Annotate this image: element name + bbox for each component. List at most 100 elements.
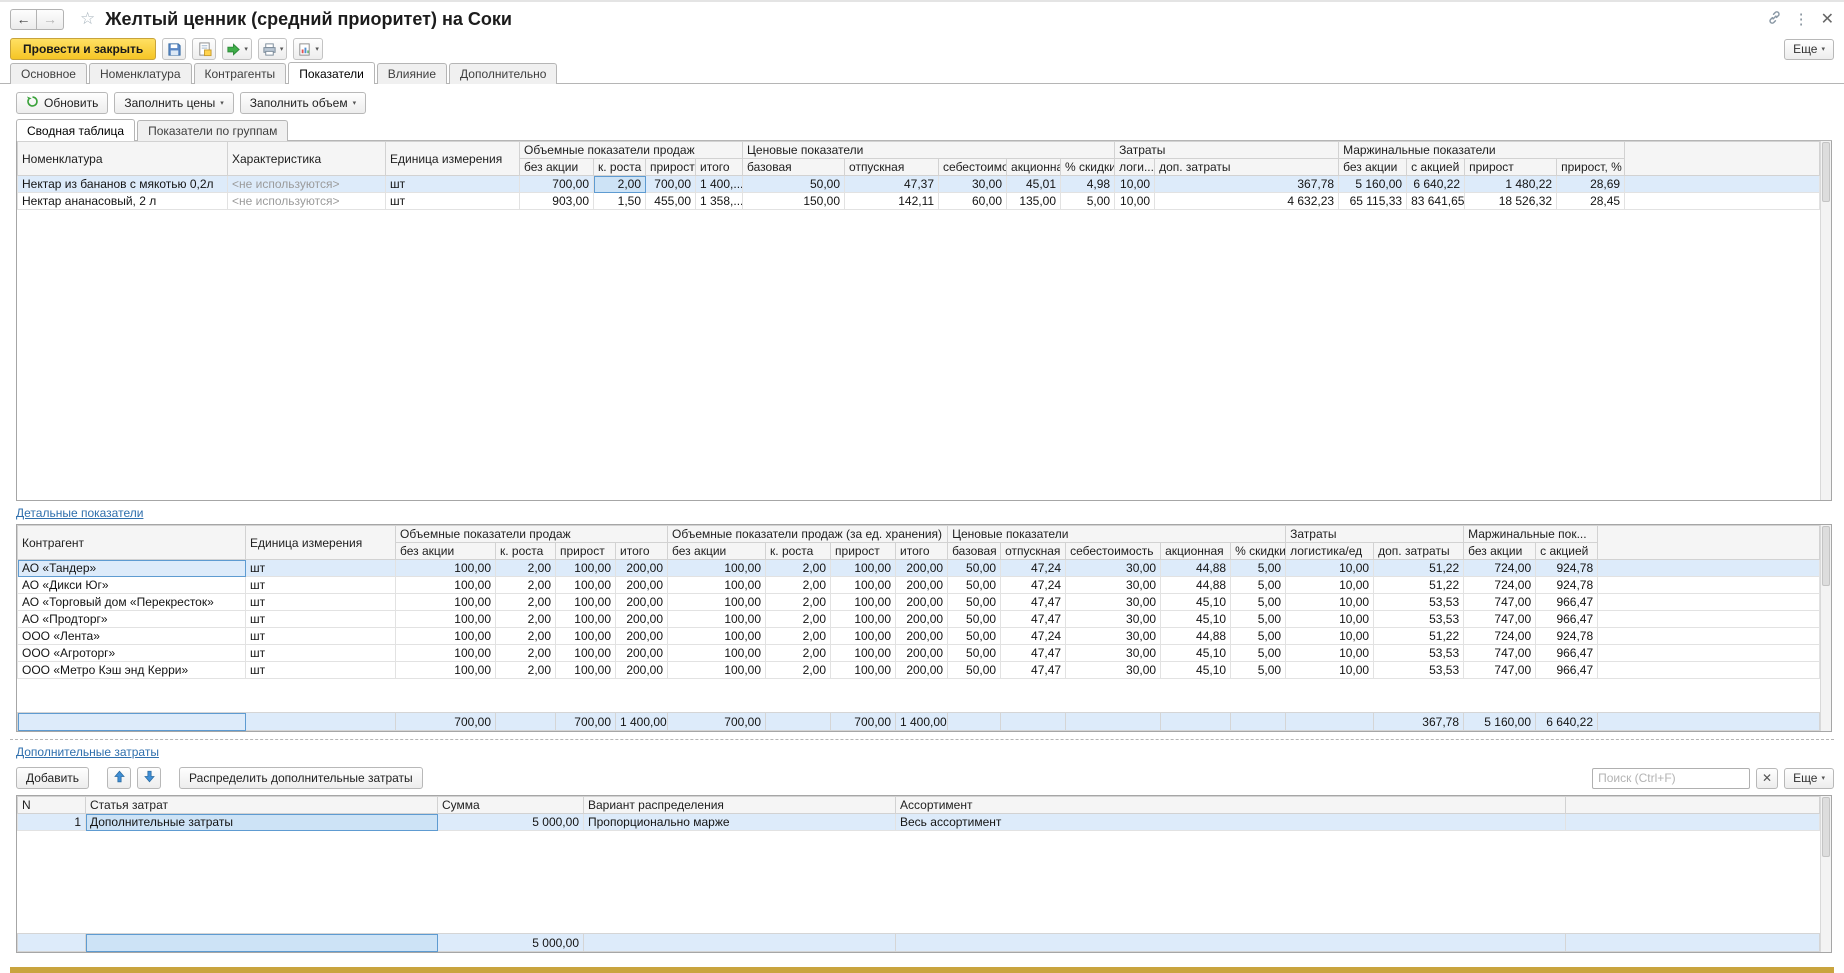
post-and-close-button[interactable]: Провести и закрыть bbox=[10, 38, 156, 60]
table-cell[interactable] bbox=[1598, 645, 1820, 662]
create-based-on-button[interactable]: ▾ bbox=[222, 38, 252, 60]
close-icon[interactable]: ✕ bbox=[1821, 9, 1834, 29]
table-row[interactable]: АО «Тандер»шт100,002,00100,00200,00100,0… bbox=[18, 560, 1820, 577]
table-cell[interactable]: 747,00 bbox=[1464, 645, 1536, 662]
table-cell[interactable]: 30,00 bbox=[1066, 577, 1161, 594]
table-cell[interactable]: 966,47 bbox=[1536, 645, 1598, 662]
table-row[interactable]: Нектар ананасовый, 2 л<не используются>ш… bbox=[18, 193, 1820, 210]
table-cell[interactable]: 142,11 bbox=[845, 193, 939, 210]
table-cell[interactable]: 5,00 bbox=[1231, 560, 1286, 577]
table-cell[interactable] bbox=[1625, 176, 1820, 193]
table-cell[interactable] bbox=[1598, 611, 1820, 628]
table-cell[interactable]: 2,00 bbox=[766, 662, 831, 679]
tab-pokazateli[interactable]: Показатели bbox=[288, 62, 375, 84]
table-cell[interactable]: 200,00 bbox=[616, 577, 668, 594]
table-cell[interactable]: 200,00 bbox=[896, 645, 948, 662]
table-cell[interactable]: 2,00 bbox=[496, 662, 556, 679]
table-cell[interactable]: 2,00 bbox=[766, 594, 831, 611]
table-cell[interactable]: 47,24 bbox=[1001, 628, 1066, 645]
table-cell[interactable]: 5,00 bbox=[1231, 611, 1286, 628]
table-cell[interactable]: 100,00 bbox=[668, 645, 766, 662]
table-cell[interactable] bbox=[1598, 560, 1820, 577]
print-button[interactable]: ▾ bbox=[258, 38, 288, 60]
table-cell[interactable]: 100,00 bbox=[668, 560, 766, 577]
table-cell[interactable]: 2,00 bbox=[496, 611, 556, 628]
table-cell[interactable]: 2,00 bbox=[496, 645, 556, 662]
table-cell[interactable]: 200,00 bbox=[896, 560, 948, 577]
table-cell[interactable]: 924,78 bbox=[1536, 628, 1598, 645]
table-cell[interactable]: 367,78 bbox=[1155, 176, 1339, 193]
col-group-header[interactable]: Маржинальные показатели bbox=[1339, 142, 1625, 159]
tab-kontragenty[interactable]: Контрагенты bbox=[194, 63, 287, 84]
more-button-costs[interactable]: Еще▾ bbox=[1784, 768, 1834, 789]
table-cell[interactable]: 47,24 bbox=[1001, 560, 1066, 577]
table-cell[interactable]: шт bbox=[386, 193, 520, 210]
table-cell[interactable]: 1 400,... bbox=[696, 176, 743, 193]
table-cell[interactable]: шт bbox=[386, 176, 520, 193]
table-cell[interactable]: 45,01 bbox=[1007, 176, 1061, 193]
col-header[interactable]: N bbox=[18, 797, 86, 814]
scrollbar-thumb[interactable] bbox=[1822, 797, 1830, 857]
table-cell[interactable]: 100,00 bbox=[396, 577, 496, 594]
table-cell[interactable]: 44,88 bbox=[1161, 577, 1231, 594]
table-cell[interactable]: 50,00 bbox=[948, 645, 1001, 662]
table-cell[interactable]: 10,00 bbox=[1286, 577, 1374, 594]
table-cell[interactable]: <не используются> bbox=[228, 193, 386, 210]
table-cell[interactable]: 100,00 bbox=[668, 611, 766, 628]
table-cell[interactable]: 924,78 bbox=[1536, 577, 1598, 594]
table-row[interactable]: ООО «Метро Кэш энд Керри»шт100,002,00100… bbox=[18, 662, 1820, 679]
table-cell[interactable]: 966,47 bbox=[1536, 611, 1598, 628]
table-cell[interactable]: 47,24 bbox=[1001, 577, 1066, 594]
table-cell[interactable]: 47,47 bbox=[1001, 662, 1066, 679]
table-cell[interactable]: 30,00 bbox=[1066, 628, 1161, 645]
col-group-header[interactable]: Ценовые показатели bbox=[743, 142, 1115, 159]
kebab-menu-icon[interactable]: ⋮ bbox=[1794, 10, 1809, 28]
table-cell[interactable] bbox=[1625, 193, 1820, 210]
table-cell[interactable]: 47,47 bbox=[1001, 594, 1066, 611]
table-row[interactable]: ООО «Агроторг»шт100,002,00100,00200,0010… bbox=[18, 645, 1820, 662]
table-cell[interactable]: 10,00 bbox=[1286, 628, 1374, 645]
table-cell[interactable]: 30,00 bbox=[1066, 611, 1161, 628]
table-row[interactable]: ООО «Лента»шт100,002,00100,00200,00100,0… bbox=[18, 628, 1820, 645]
save-button[interactable] bbox=[162, 38, 186, 60]
col-header[interactable]: без акции bbox=[668, 543, 766, 560]
table-cell[interactable]: шт bbox=[246, 577, 396, 594]
table-cell[interactable]: 53,53 bbox=[1374, 645, 1464, 662]
table-cell[interactable]: 30,00 bbox=[939, 176, 1007, 193]
table-cell[interactable]: 45,10 bbox=[1161, 645, 1231, 662]
col-header[interactable]: % скидки bbox=[1061, 159, 1115, 176]
table-cell[interactable]: 747,00 bbox=[1464, 662, 1536, 679]
clear-search-button[interactable]: ✕ bbox=[1756, 768, 1778, 789]
table-cell[interactable]: 100,00 bbox=[831, 594, 896, 611]
table-cell[interactable]: 100,00 bbox=[396, 594, 496, 611]
table-cell[interactable] bbox=[1598, 662, 1820, 679]
table-cell[interactable]: 2,00 bbox=[496, 594, 556, 611]
col-header[interactable]: Единица измерения bbox=[246, 526, 396, 560]
subtab-po-gruppam[interactable]: Показатели по группам bbox=[137, 120, 288, 141]
col-group-header[interactable]: Затраты bbox=[1286, 526, 1464, 543]
col-header[interactable]: базовая bbox=[743, 159, 845, 176]
table-cell[interactable]: 5 000,00 bbox=[438, 814, 584, 831]
table-cell[interactable]: 100,00 bbox=[556, 645, 616, 662]
col-header[interactable]: логистика/ед bbox=[1286, 543, 1374, 560]
table-cell[interactable]: 747,00 bbox=[1464, 611, 1536, 628]
table-cell[interactable]: 47,37 bbox=[845, 176, 939, 193]
vertical-scrollbar[interactable] bbox=[1820, 525, 1831, 731]
table-cell[interactable]: 2,00 bbox=[766, 645, 831, 662]
additional-costs-link[interactable]: Дополнительные затраты bbox=[16, 745, 1834, 759]
table-cell[interactable]: 200,00 bbox=[616, 645, 668, 662]
more-button-top[interactable]: Еще▾ bbox=[1784, 39, 1834, 60]
col-header[interactable]: с акцией bbox=[1407, 159, 1465, 176]
col-header[interactable]: Характеристика bbox=[228, 142, 386, 176]
table-cell[interactable]: 51,22 bbox=[1374, 577, 1464, 594]
table-cell[interactable]: 50,00 bbox=[948, 628, 1001, 645]
col-header[interactable]: базовая bbox=[948, 543, 1001, 560]
table-cell[interactable]: ООО «Лента» bbox=[18, 628, 246, 645]
col-header[interactable]: без акции bbox=[1464, 543, 1536, 560]
table-row[interactable]: АО «Продторг»шт100,002,00100,00200,00100… bbox=[18, 611, 1820, 628]
table-cell[interactable]: Пропорционально марже bbox=[584, 814, 896, 831]
table-cell[interactable]: 6 640,22 bbox=[1407, 176, 1465, 193]
table-cell[interactable]: 50,00 bbox=[948, 594, 1001, 611]
table-cell[interactable]: 51,22 bbox=[1374, 628, 1464, 645]
reports-button[interactable]: ▾ bbox=[293, 38, 323, 60]
